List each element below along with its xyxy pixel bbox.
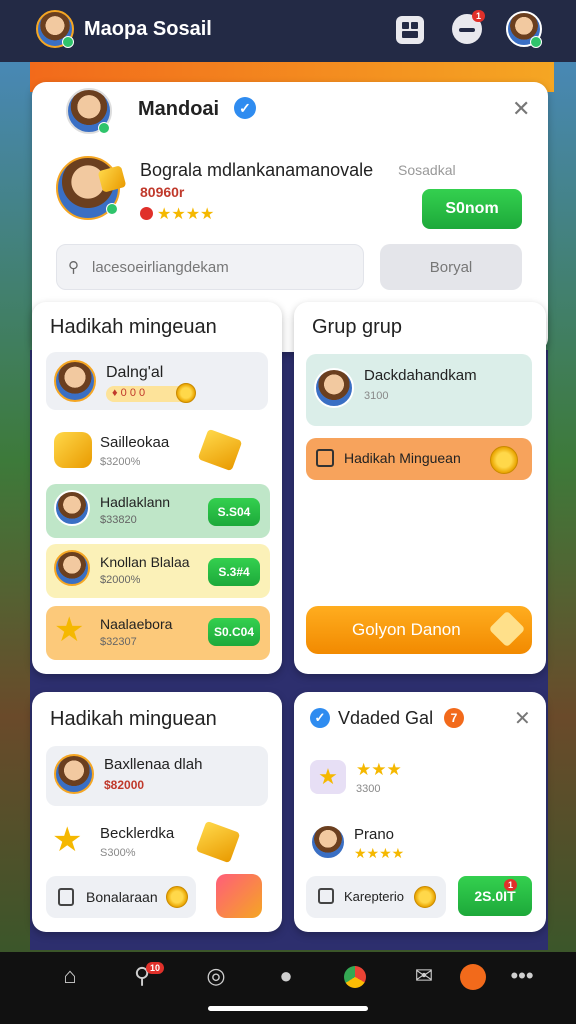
verified-button-badge: 1 — [504, 879, 518, 891]
verified-user-name: Prano — [354, 826, 395, 843]
featured-headline-suffix: Sosadkal — [398, 162, 456, 178]
title-badge: 7 — [444, 708, 464, 728]
profile-name: Mandoai — [138, 98, 220, 120]
verified-icon: ✓ — [310, 708, 330, 728]
online-status-icon — [62, 36, 74, 48]
coin-icon — [176, 383, 196, 403]
verified-card-title: Vdaded Gal — [338, 708, 434, 728]
list-item-title: Hadlaklann — [100, 494, 171, 510]
search-button[interactable]: Boryal — [380, 244, 522, 290]
list-item-sub: $3200% — [100, 456, 141, 468]
star-tile-icon: ★ — [310, 760, 346, 794]
weekly-card-title: Hadikah mingeuan — [50, 316, 217, 338]
verified-pill-label: Karepterio — [344, 889, 404, 904]
search-input[interactable]: lacesoeirliangdekam — [92, 259, 229, 276]
weekly-2-user-avatar — [54, 754, 94, 794]
list-item-title: Naalaebora — [100, 616, 173, 632]
price-button[interactable]: S.S04 — [208, 498, 260, 526]
circle-icon[interactable]: ● — [266, 956, 306, 996]
list-item-title: Sailleokaa — [100, 434, 170, 451]
star-icon: ★ — [52, 821, 83, 859]
coin-icon — [414, 886, 436, 908]
explore-icon[interactable]: ◎ — [196, 956, 236, 996]
verified-rating-sub: 3300 — [356, 783, 381, 795]
weekly-2-user-name: Baxllenaa dlah — [104, 756, 203, 773]
profile-status-icon — [530, 36, 542, 48]
weekly-top-user-avatar — [54, 360, 96, 402]
price-button[interactable]: S.3#4 — [208, 558, 260, 586]
home-icon[interactable]: ⌂ — [50, 956, 90, 996]
edit-icon — [316, 449, 334, 467]
home-indicator — [208, 1006, 368, 1011]
group-user-sub: 3100 — [364, 390, 389, 402]
grid-menu-icon[interactable] — [396, 16, 424, 44]
featured-rating: ★★★★ — [157, 206, 215, 223]
live-dot-icon — [140, 207, 153, 220]
notification-badge: 1 — [472, 10, 486, 22]
list-item-sub: $32307 — [100, 636, 137, 648]
list-item-sub: $33820 — [100, 514, 137, 526]
close-icon[interactable]: ✕ — [512, 96, 530, 122]
featured-headline: Bograla mdlankanamanovale — [140, 160, 374, 180]
weekly-2-item-sub: S300% — [100, 847, 136, 859]
group-reward-label: Hadikah Minguean — [344, 450, 461, 466]
verified-rating: ★★★ — [356, 760, 402, 779]
coin-stack-icon — [490, 446, 518, 474]
gold-bag-icon — [54, 432, 92, 468]
checkbox-icon[interactable] — [318, 888, 334, 904]
verified-action-button[interactable]: 2S.0IT — [458, 876, 532, 916]
list-item-avatar — [54, 490, 90, 526]
star-icon: ★ — [54, 611, 85, 649]
featured-status-icon — [106, 203, 118, 215]
weekly-card-2-title: Hadikah minguean — [50, 708, 217, 730]
weekly-2-pill-label: Bonalaraan — [86, 889, 158, 905]
close-icon[interactable]: ✕ — [514, 706, 531, 731]
featured-value: 80960r — [140, 184, 185, 200]
calendar-icon — [58, 888, 74, 906]
list-item-title: Knollan Blalaa — [100, 554, 190, 570]
gift-icon[interactable] — [216, 874, 262, 918]
verified-user-avatar[interactable] — [310, 824, 346, 860]
list-item-sub: $2000% — [100, 574, 141, 586]
weekly-2-item-title: Becklerdka — [100, 825, 175, 842]
coin-icon — [166, 886, 188, 908]
search-icon: ⚲ — [68, 259, 79, 276]
featured-action-button[interactable]: S0nom — [422, 189, 522, 229]
app-title: Maopa Sosail — [84, 18, 212, 40]
price-button[interactable]: S0.C04 — [208, 618, 260, 646]
mail-icon[interactable]: ✉ — [404, 956, 444, 996]
list-item-avatar — [54, 550, 90, 586]
browser-icon[interactable] — [344, 966, 366, 988]
weekly-top-user-sub: ♦ 0 0 0 — [112, 387, 146, 399]
app-icon[interactable] — [460, 964, 486, 990]
verified-icon: ✓ — [234, 97, 256, 119]
group-card-title: Grup grup — [312, 316, 403, 338]
profile-card-status-icon — [98, 122, 110, 134]
group-user-avatar — [314, 368, 354, 408]
more-icon[interactable]: ••• — [502, 956, 542, 996]
group-user-name: Dackdahandkam — [364, 367, 477, 384]
nav-badge: 10 — [146, 962, 165, 974]
weekly-top-user-name: Dalng'al — [106, 364, 164, 381]
weekly-2-user-sub: $82000 — [104, 778, 145, 792]
verified-user-stars: ★★★★ — [354, 845, 405, 861]
